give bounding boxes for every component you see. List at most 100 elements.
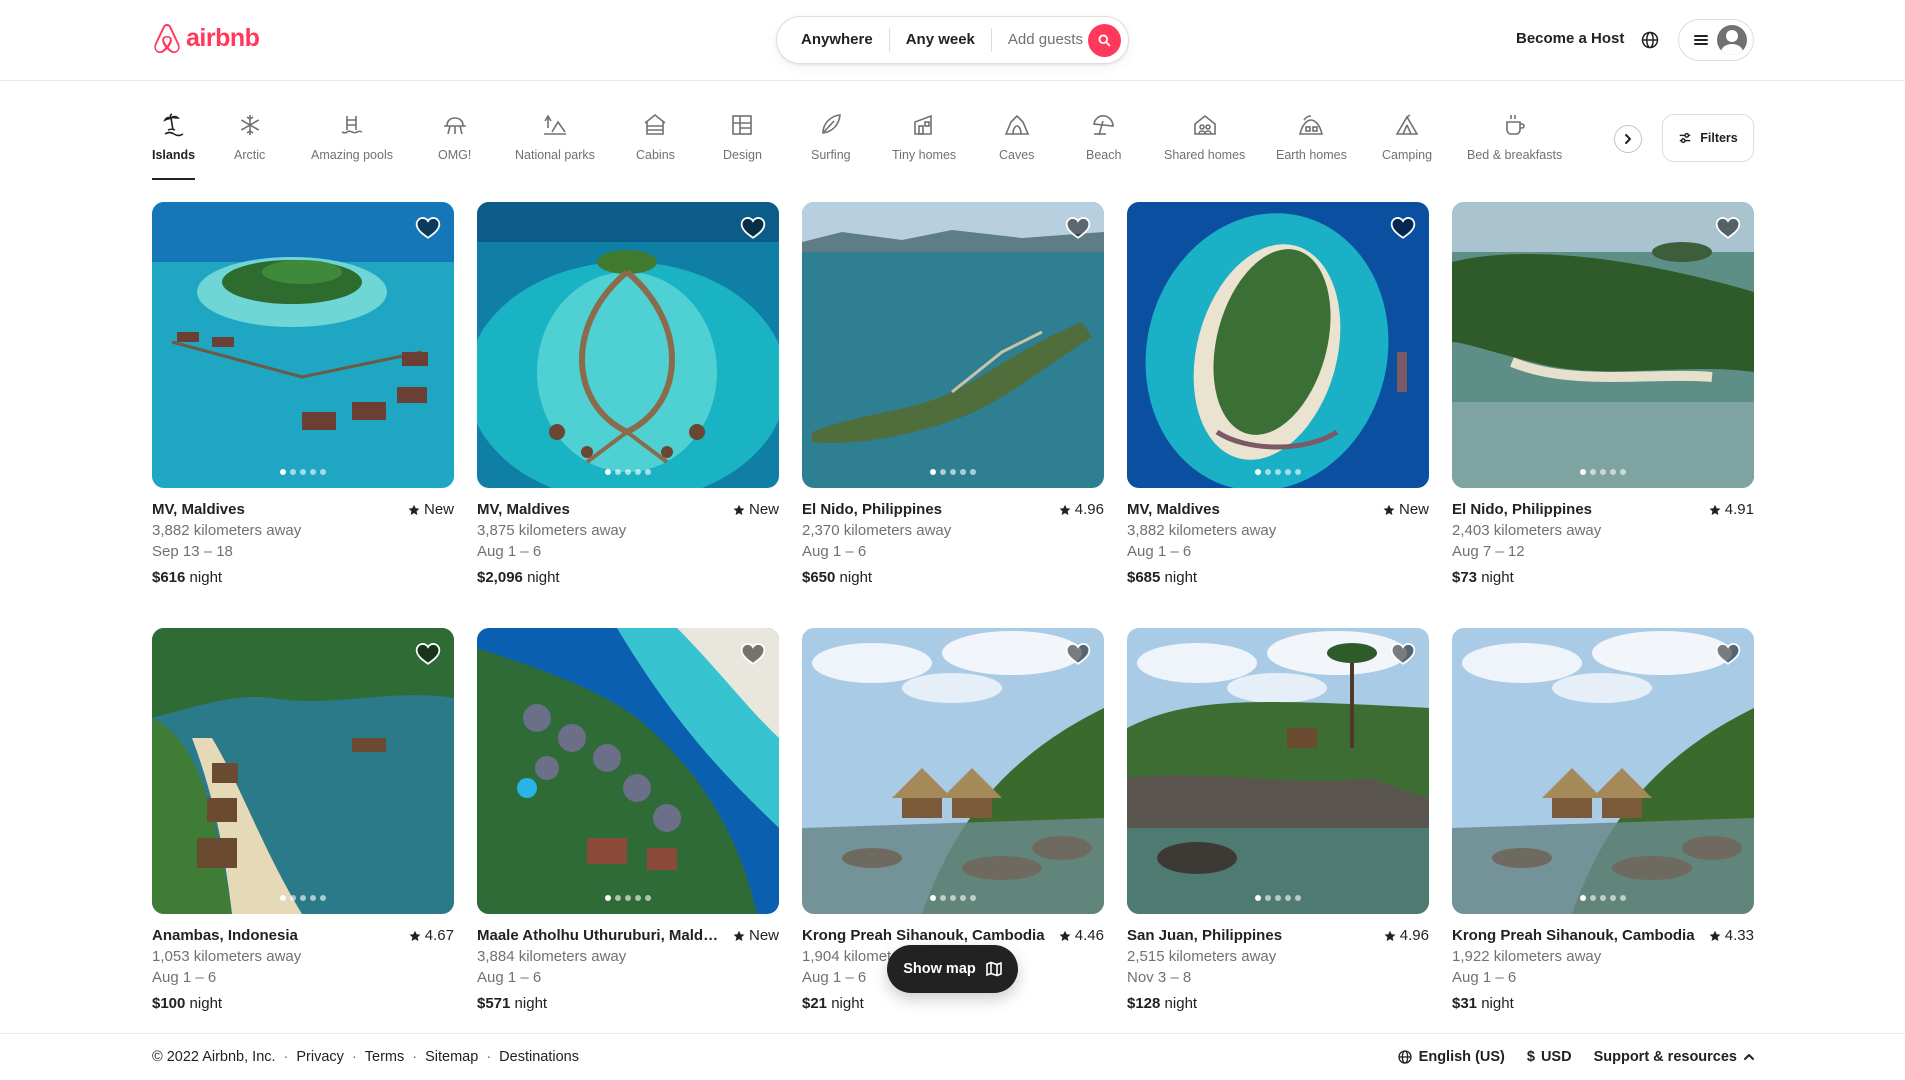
price-unit: night bbox=[831, 995, 864, 1012]
category-bed-breakfasts[interactable]: Bed & breakfasts bbox=[1467, 112, 1562, 162]
globe-icon[interactable] bbox=[1638, 28, 1662, 52]
airbnb-logo[interactable]: airbnb bbox=[152, 22, 260, 54]
rating-value: 4.91 bbox=[1724, 501, 1754, 518]
category-earth-homes[interactable]: Earth homes bbox=[1276, 112, 1347, 162]
listing-photo[interactable] bbox=[1127, 202, 1429, 488]
category-cabins[interactable]: Cabins bbox=[636, 112, 675, 162]
pagination-dot bbox=[290, 469, 296, 475]
shared-home-icon bbox=[1193, 114, 1216, 135]
pagination-dot bbox=[1285, 469, 1291, 475]
listing-card[interactable]: Krong Preah Sihanouk, Cambodia 4.33 1,922 … bbox=[1452, 628, 1754, 1014]
star-icon bbox=[733, 504, 745, 515]
footer-separator: · bbox=[351, 1049, 357, 1065]
star-icon bbox=[1709, 930, 1721, 941]
category-islands[interactable]: Islands bbox=[152, 112, 196, 180]
listing-photo[interactable] bbox=[152, 202, 454, 488]
listing-card[interactable]: MV, Maldives New 3,882 kilometers away Aug … bbox=[1127, 202, 1429, 588]
listing-photo-image bbox=[802, 628, 1104, 914]
show-map-button[interactable]: Show map bbox=[887, 945, 1018, 993]
listing-card[interactable]: San Juan, Philippines 4.96 2,515 kilometer… bbox=[1127, 628, 1429, 1014]
listing-card[interactable]: Anambas, Indonesia 4.67 1,053 kilometers a… bbox=[152, 628, 454, 1014]
heart-icon[interactable] bbox=[415, 215, 441, 241]
listing-photo[interactable] bbox=[802, 628, 1104, 914]
currency-selector[interactable]: $ USD bbox=[1527, 1049, 1572, 1065]
photo-pagination-dots bbox=[1255, 895, 1301, 901]
category-omg[interactable]: OMG! bbox=[438, 112, 471, 162]
listing-dates: Sep 13 – 18 bbox=[152, 543, 233, 560]
heart-icon[interactable] bbox=[1390, 215, 1416, 241]
pagination-dot bbox=[1580, 469, 1586, 475]
footer-link-privacy[interactable]: Privacy bbox=[296, 1049, 344, 1065]
listing-photo[interactable] bbox=[802, 202, 1104, 488]
category-national-parks[interactable]: National parks bbox=[515, 112, 595, 162]
pagination-dot bbox=[635, 895, 641, 901]
category-surfing[interactable]: Surfing bbox=[811, 112, 851, 162]
pagination-dot bbox=[1600, 469, 1606, 475]
search-icon bbox=[1098, 34, 1111, 47]
category-caves[interactable]: Caves bbox=[999, 112, 1034, 162]
price-amount: $616 bbox=[152, 569, 186, 586]
category-amazing-pools[interactable]: Amazing pools bbox=[311, 112, 393, 162]
top-header: airbnb Anywhere Any week Add guests Beco… bbox=[0, 0, 1905, 81]
listing-photo[interactable] bbox=[152, 628, 454, 914]
listing-photo[interactable] bbox=[1127, 628, 1429, 914]
listing-card[interactable]: El Nido, Philippines 4.96 2,370 kilometers… bbox=[802, 202, 1104, 588]
search-dates[interactable]: Any week bbox=[890, 28, 991, 52]
pagination-dot bbox=[300, 469, 306, 475]
listing-photo[interactable] bbox=[1452, 202, 1754, 488]
become-host-link[interactable]: Become a Host bbox=[1516, 30, 1624, 47]
listing-card[interactable]: Maale Atholhu Uthuruburi, Maldiv... New 3,… bbox=[477, 628, 779, 1014]
heart-icon[interactable] bbox=[1065, 641, 1091, 667]
user-menu-button[interactable] bbox=[1678, 19, 1754, 61]
footer-link-terms[interactable]: Terms bbox=[365, 1049, 404, 1065]
listing-card[interactable]: El Nido, Philippines 4.91 2,403 kilometers… bbox=[1452, 202, 1754, 588]
photo-pagination-dots bbox=[1580, 895, 1626, 901]
support-resources-button[interactable]: Support & resources bbox=[1594, 1049, 1755, 1065]
pagination-dot bbox=[1590, 895, 1596, 901]
footer-link-destinations[interactable]: Destinations bbox=[499, 1049, 579, 1065]
pagination-dot bbox=[960, 895, 966, 901]
heart-icon[interactable] bbox=[1390, 641, 1416, 667]
listing-dates: Aug 7 – 12 bbox=[1452, 543, 1525, 560]
listing-photo[interactable] bbox=[1452, 628, 1754, 914]
footer-link-sitemap[interactable]: Sitemap bbox=[425, 1049, 478, 1065]
listing-card[interactable]: MV, Maldives New 3,882 kilometers away Sep … bbox=[152, 202, 454, 588]
category-scroll-next-button[interactable] bbox=[1614, 125, 1642, 153]
listing-location: MV, Maldives bbox=[1127, 501, 1220, 518]
search-bar[interactable]: Anywhere Any week Add guests bbox=[776, 16, 1129, 64]
filters-button[interactable]: Filters bbox=[1662, 114, 1754, 162]
listing-photo[interactable] bbox=[477, 202, 779, 488]
price-amount: $31 bbox=[1452, 995, 1478, 1012]
category-design[interactable]: Design bbox=[723, 112, 762, 162]
heart-icon[interactable] bbox=[740, 641, 766, 667]
listing-card[interactable]: MV, Maldives New 3,875 kilometers away Aug … bbox=[477, 202, 779, 588]
price-amount: $685 bbox=[1127, 569, 1161, 586]
price-amount: $21 bbox=[802, 995, 828, 1012]
language-selector[interactable]: English (US) bbox=[1397, 1049, 1505, 1065]
search-button[interactable] bbox=[1088, 24, 1121, 57]
search-guests[interactable]: Add guests bbox=[992, 28, 1099, 52]
heart-icon[interactable] bbox=[1715, 641, 1741, 667]
heart-icon[interactable] bbox=[740, 215, 766, 241]
star-icon bbox=[1709, 504, 1721, 515]
beach-umbrella-icon bbox=[1092, 115, 1114, 136]
category-arctic[interactable]: Arctic bbox=[234, 112, 265, 162]
category-shared-homes[interactable]: Shared homes bbox=[1164, 112, 1245, 162]
listing-photo-image bbox=[802, 202, 1104, 488]
category-label: Earth homes bbox=[1276, 148, 1347, 162]
heart-icon[interactable] bbox=[1715, 215, 1741, 241]
rating-value: New bbox=[1398, 501, 1429, 518]
category-tiny-homes[interactable]: Tiny homes bbox=[892, 112, 956, 162]
listing-rating: 4.33 bbox=[1709, 926, 1754, 946]
category-beach[interactable]: Beach bbox=[1086, 112, 1121, 162]
listing-photo[interactable] bbox=[477, 628, 779, 914]
category-label: Caves bbox=[999, 148, 1035, 162]
pagination-dot bbox=[310, 469, 316, 475]
footer: © 2022 Airbnb, Inc. · Privacy · Terms · … bbox=[0, 1033, 1905, 1080]
listing-dates: Aug 1 – 6 bbox=[477, 543, 542, 560]
category-camping[interactable]: Camping bbox=[1382, 112, 1432, 162]
heart-icon[interactable] bbox=[415, 641, 441, 667]
footer-links: © 2022 Airbnb, Inc. · Privacy · Terms · … bbox=[152, 1049, 579, 1065]
heart-icon[interactable] bbox=[1065, 215, 1091, 241]
search-location[interactable]: Anywhere bbox=[785, 28, 889, 52]
